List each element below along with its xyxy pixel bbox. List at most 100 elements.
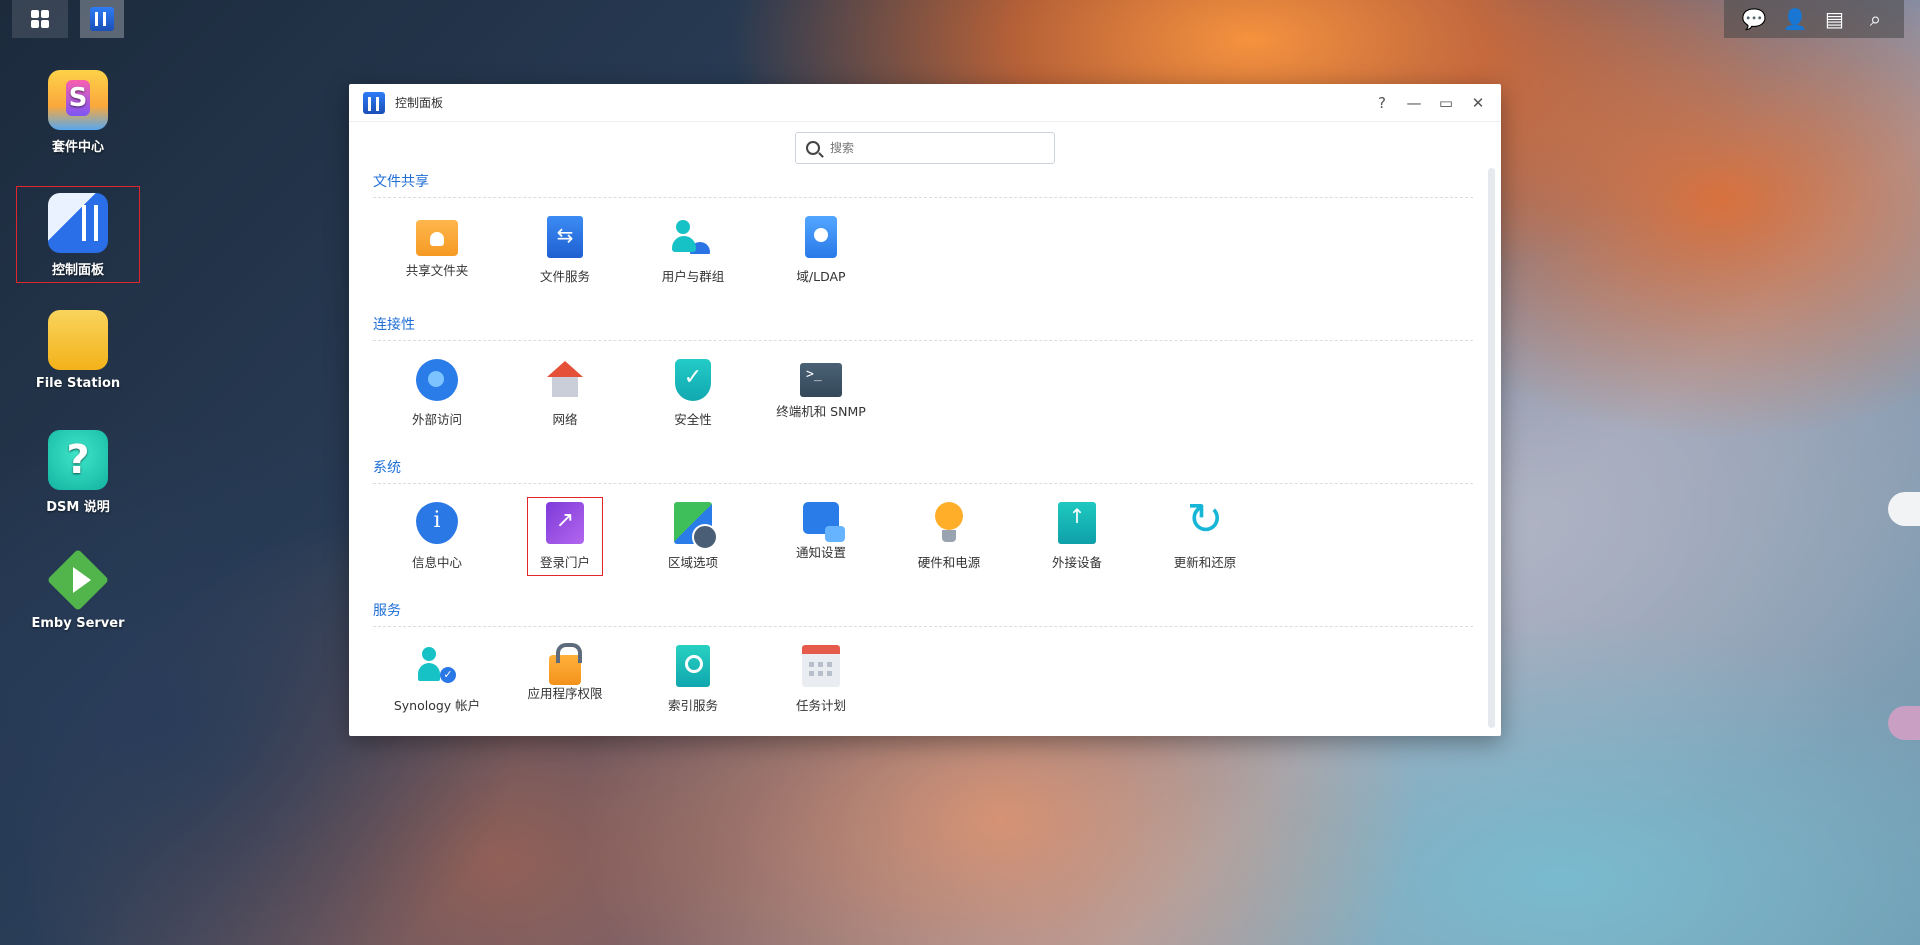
item-app-privileges[interactable]: 应用程序权限 xyxy=(501,641,629,718)
control-panel-window: 控制面板 ? — ▭ ✕ 文件共享 共享文件夹 文件服务 用户与群组 域/LDA… xyxy=(349,84,1501,736)
lock-icon xyxy=(549,643,582,685)
search-input[interactable] xyxy=(830,141,1044,155)
floating-translate-widget[interactable] xyxy=(1888,706,1920,740)
minimize-button[interactable]: — xyxy=(1405,94,1423,112)
desktop-icon-label: File Station xyxy=(35,376,121,391)
item-external-access[interactable]: 外部访问 xyxy=(373,355,501,432)
item-label: 应用程序权限 xyxy=(527,686,603,701)
item-label: 用户与群组 xyxy=(661,269,725,284)
close-button[interactable]: ✕ xyxy=(1469,94,1487,112)
grid-icon xyxy=(31,10,49,28)
terminal-icon xyxy=(800,363,842,397)
control-panel-icon xyxy=(48,193,108,253)
item-hardware-power[interactable]: 硬件和电源 xyxy=(885,498,1013,575)
item-label: 任务计划 xyxy=(795,698,846,713)
floating-leaf-widget[interactable] xyxy=(1888,492,1920,526)
main-menu-button[interactable] xyxy=(12,0,68,38)
desktop-icon-package-center[interactable]: S 套件中心 xyxy=(16,70,140,155)
window-title: 控制面板 xyxy=(395,96,444,110)
shield-check-icon xyxy=(675,359,711,401)
taskbar-right: 💬 👤 ▤ ⌕ xyxy=(1724,0,1904,38)
item-terminal-snmp[interactable]: 终端机和 SNMP xyxy=(757,355,885,432)
item-label: 区域选项 xyxy=(667,555,718,570)
users-icon xyxy=(672,216,714,258)
info-icon xyxy=(416,502,458,544)
item-label: Synology 帐户 xyxy=(393,698,481,713)
item-task-scheduler[interactable]: 任务计划 xyxy=(757,641,885,718)
window-titlebar[interactable]: 控制面板 ? — ▭ ✕ xyxy=(349,84,1501,122)
item-indexing-service[interactable]: 索引服务 xyxy=(629,641,757,718)
item-external-devices[interactable]: 外接设备 xyxy=(1013,498,1141,575)
network-house-icon xyxy=(544,359,586,401)
item-regional-options[interactable]: 区域选项 xyxy=(629,498,757,575)
section-connectivity: 连接性 外部访问 网络 安全性 终端机和 SNMP xyxy=(373,314,1473,432)
section-file-sharing: 文件共享 共享文件夹 文件服务 用户与群组 域/LDAP xyxy=(373,171,1473,289)
item-synology-account[interactable]: ✓ Synology 帐户 xyxy=(373,641,501,718)
section-system: 系统 信息中心 登录门户 区域选项 通知设置 硬件和电源 外接设备 更新和还原 xyxy=(373,457,1473,576)
ldap-icon xyxy=(805,216,837,258)
user-icon[interactable]: 👤 xyxy=(1783,8,1808,30)
desktop-icon-control-panel[interactable]: 控制面板 xyxy=(16,186,140,283)
notification-icon xyxy=(803,502,845,542)
help-button[interactable]: ? xyxy=(1373,94,1391,112)
scrollbar[interactable] xyxy=(1488,168,1495,728)
item-label: 网络 xyxy=(552,412,578,427)
item-update-restore[interactable]: 更新和还原 xyxy=(1141,498,1269,575)
item-file-services[interactable]: 文件服务 xyxy=(501,212,629,289)
item-network[interactable]: 网络 xyxy=(501,355,629,432)
login-portal-icon xyxy=(546,502,584,544)
file-services-icon xyxy=(547,216,583,258)
item-label: 索引服务 xyxy=(667,698,718,713)
section-title: 系统 xyxy=(373,457,1473,484)
item-label: 外接设备 xyxy=(1051,555,1102,570)
item-label: 文件服务 xyxy=(539,269,590,284)
synology-account-icon: ✓ xyxy=(416,645,458,687)
item-login-portal[interactable]: 登录门户 xyxy=(527,497,603,576)
section-title: 服务 xyxy=(373,600,1473,627)
lightbulb-icon xyxy=(928,502,970,544)
desktop-icon-emby-server[interactable]: Emby Server xyxy=(16,548,140,631)
package-center-icon: S xyxy=(48,70,108,130)
desktop-icon-dsm-help[interactable]: ? DSM 说明 xyxy=(16,430,140,515)
item-domain-ldap[interactable]: 域/LDAP xyxy=(757,212,885,289)
section-title: 连接性 xyxy=(373,314,1473,341)
item-label: 通知设置 xyxy=(795,545,846,560)
item-label: 硬件和电源 xyxy=(917,555,981,570)
item-notification[interactable]: 通知设置 xyxy=(757,498,885,575)
item-label: 终端机和 SNMP xyxy=(776,404,866,419)
item-shared-folder[interactable]: 共享文件夹 xyxy=(373,212,501,289)
item-label: 更新和还原 xyxy=(1173,555,1237,570)
refresh-icon xyxy=(1184,498,1226,544)
search-doc-icon xyxy=(676,645,710,687)
item-label: 共享文件夹 xyxy=(405,263,469,278)
control-panel-icon xyxy=(363,91,385,114)
control-panel-icon xyxy=(90,7,114,31)
item-info-center[interactable]: 信息中心 xyxy=(373,498,501,575)
external-device-icon xyxy=(1058,502,1096,544)
section-title: 文件共享 xyxy=(373,171,1473,198)
search-icon xyxy=(806,141,820,155)
chat-icon[interactable]: 💬 xyxy=(1742,8,1767,30)
desktop-icon-file-station[interactable]: File Station xyxy=(16,310,140,391)
item-label: 域/LDAP xyxy=(796,269,846,284)
item-label: 登录门户 xyxy=(539,555,590,570)
section-services: 服务 ✓ Synology 帐户 应用程序权限 索引服务 任务计划 xyxy=(373,600,1473,718)
search-box[interactable] xyxy=(795,132,1055,164)
item-label: 安全性 xyxy=(674,412,712,427)
item-label: 信息中心 xyxy=(411,555,462,570)
emby-icon xyxy=(46,548,110,612)
help-icon: ? xyxy=(48,430,108,490)
desktop-icon-label: DSM 说明 xyxy=(46,500,110,515)
desktop-icon-label: Emby Server xyxy=(31,616,125,631)
desktop-icon-label: 控制面板 xyxy=(51,263,104,278)
maximize-button[interactable]: ▭ xyxy=(1437,94,1455,112)
regional-clock-icon xyxy=(674,502,718,550)
widgets-icon[interactable]: ▤ xyxy=(1824,8,1846,30)
shared-folder-icon xyxy=(416,220,458,256)
control-panel-task-button[interactable] xyxy=(80,0,124,38)
search-icon[interactable]: ⌕ xyxy=(1865,8,1887,30)
desktop-icon-label: 套件中心 xyxy=(51,140,104,155)
item-user-group[interactable]: 用户与群组 xyxy=(629,212,757,289)
item-security[interactable]: 安全性 xyxy=(629,355,757,432)
item-label: 外部访问 xyxy=(411,412,462,427)
